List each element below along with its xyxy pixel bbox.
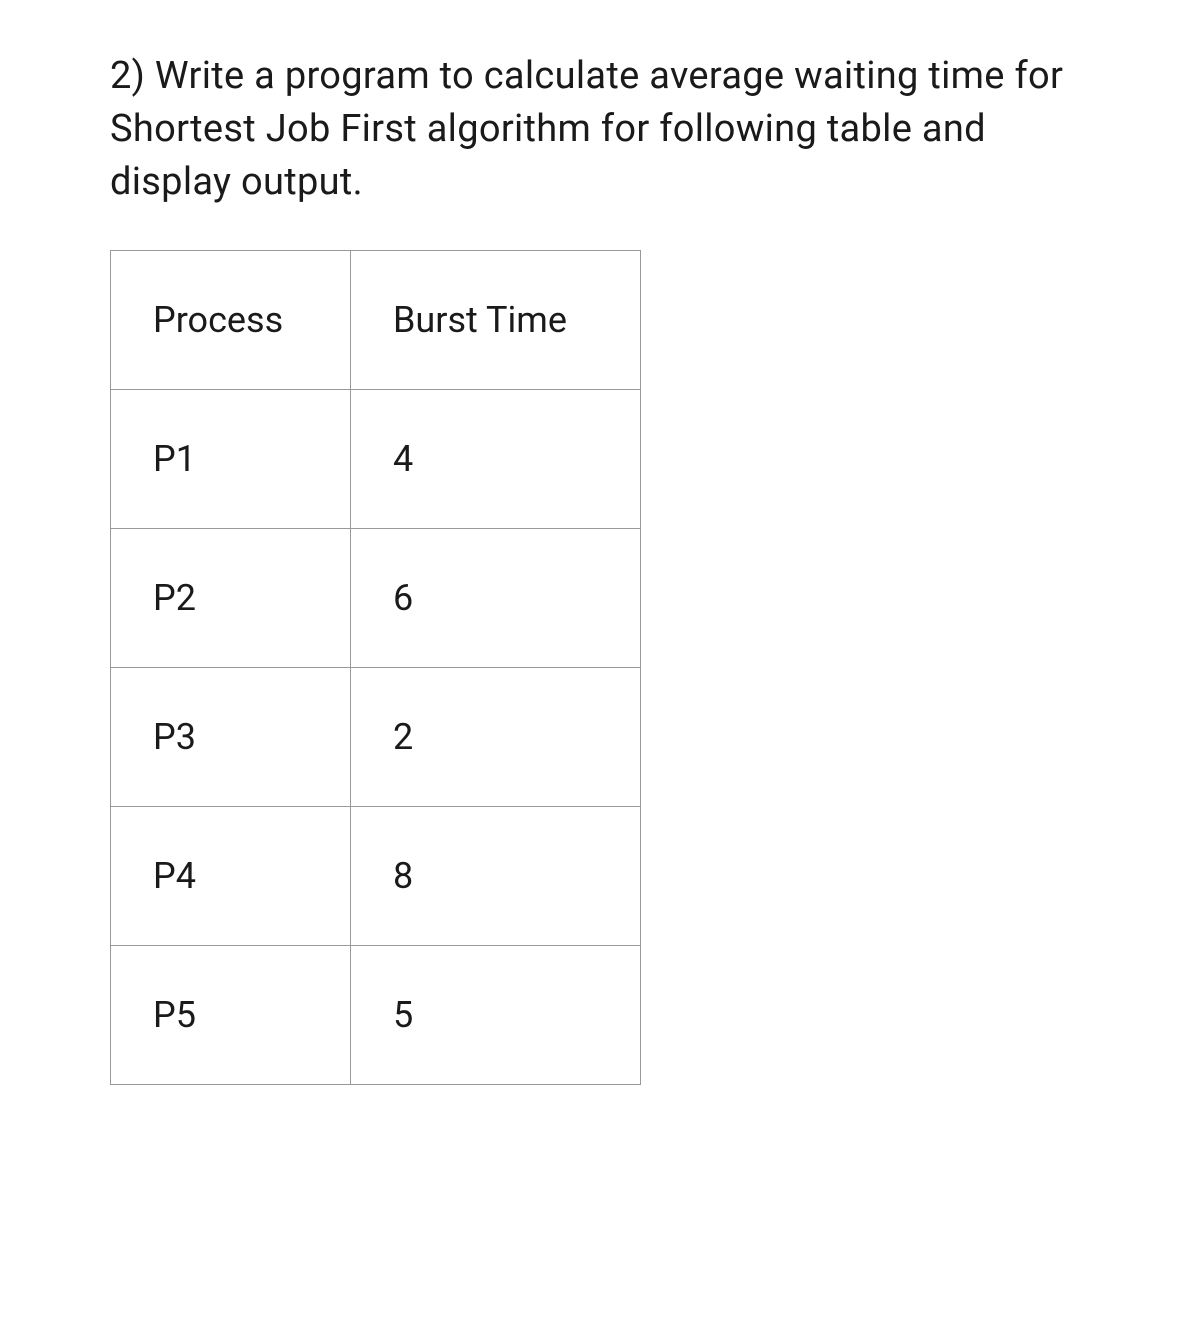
table-row: P2 6 bbox=[111, 528, 641, 667]
table-row: P5 5 bbox=[111, 945, 641, 1084]
cell-burst: 6 bbox=[351, 528, 641, 667]
cell-burst: 4 bbox=[351, 389, 641, 528]
question-text: 2) Write a program to calculate average … bbox=[110, 50, 1090, 210]
header-process: Process bbox=[111, 250, 351, 389]
table-row: P1 4 bbox=[111, 389, 641, 528]
table-row: P3 2 bbox=[111, 667, 641, 806]
header-burst: Burst Time bbox=[351, 250, 641, 389]
cell-burst: 8 bbox=[351, 806, 641, 945]
cell-process: P4 bbox=[111, 806, 351, 945]
cell-process: P3 bbox=[111, 667, 351, 806]
cell-process: P1 bbox=[111, 389, 351, 528]
cell-process: P2 bbox=[111, 528, 351, 667]
cell-burst: 2 bbox=[351, 667, 641, 806]
table-header-row: Process Burst Time bbox=[111, 250, 641, 389]
cell-process: P5 bbox=[111, 945, 351, 1084]
process-table: Process Burst Time P1 4 P2 6 P3 2 P4 8 P… bbox=[110, 250, 641, 1085]
cell-burst: 5 bbox=[351, 945, 641, 1084]
table-row: P4 8 bbox=[111, 806, 641, 945]
